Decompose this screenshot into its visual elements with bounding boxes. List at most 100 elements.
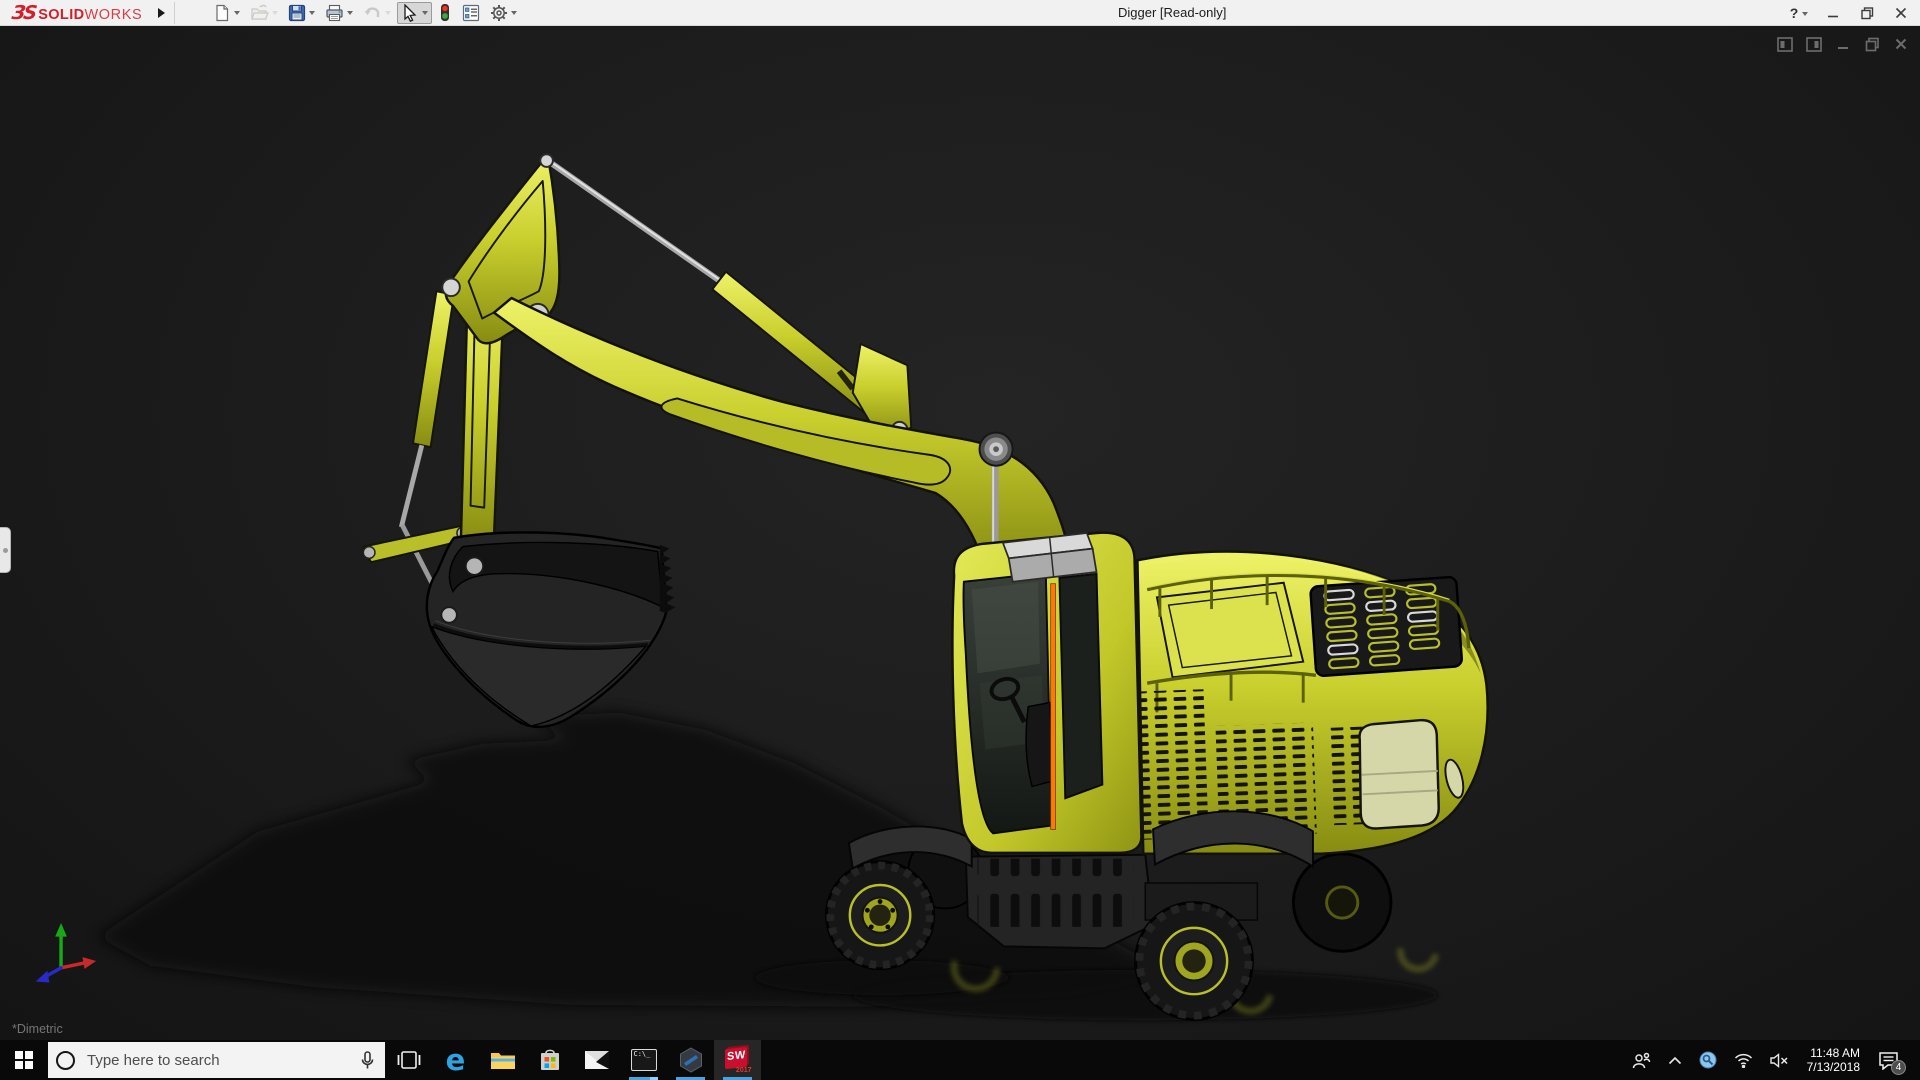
x-axis [61,963,84,968]
minimize-icon [1827,7,1839,19]
action-center-button[interactable]: 4 [1873,1040,1904,1080]
new-document-icon [213,4,231,22]
menu-flyout-arrow[interactable] [152,2,170,24]
edge-icon: e [446,1046,466,1075]
taskbar-solidworks[interactable]: SW 2017 [714,1040,761,1080]
system-tray: 11:48 AM 7/13/2018 4 [1627,1040,1920,1080]
cab [952,533,1141,853]
taskbar-file-explorer[interactable] [479,1040,526,1080]
command-prompt-icon: C:\_ [631,1049,657,1071]
select-tool-button[interactable] [397,2,432,24]
restore-icon [1861,7,1874,20]
machine-body [849,552,1488,869]
new-document-button[interactable] [209,2,244,24]
solidworks-logo: ЗS SOLIDWORKS [0,2,150,24]
taskbar-store[interactable] [526,1040,573,1080]
store-icon [539,1048,561,1072]
microphone-icon[interactable] [360,1051,375,1070]
resource-monitor-button[interactable] [1694,1040,1722,1080]
file-explorer-icon [490,1049,516,1071]
hydraulic-cylinder-left [413,291,454,447]
select-cursor-icon [401,4,419,22]
brand-solid: SOLID [38,7,84,23]
door-edge-stripe [1051,584,1056,830]
window-controls: ? [1786,0,1914,26]
cortana-icon [56,1051,75,1070]
radiator-panel [1310,577,1462,677]
taskbar-search[interactable] [48,1042,385,1078]
rebuild-traffic-light-icon [438,3,452,22]
resource-monitor-icon [1699,1051,1717,1069]
open-folder-icon [250,4,269,22]
network-button[interactable] [1729,1040,1758,1080]
solidworks-window: ЗS SOLIDWORKS [0,0,1920,1080]
close-icon [1895,7,1907,19]
undo-arrow-icon [363,4,382,22]
roof-box [1003,533,1097,582]
toolbar-separator [174,2,175,24]
boom-elbow-pin [980,433,1013,466]
open-button-disabled[interactable] [246,2,282,24]
undo-button-disabled[interactable] [359,2,395,24]
taskbar-edge[interactable]: e [432,1040,479,1080]
document-title: Digger [Read-only] [1118,0,1226,26]
restore-button[interactable] [1854,2,1880,24]
quick-access-toolbar [209,1,521,24]
people-button[interactable] [1627,1040,1656,1080]
tray-time: 11:48 AM [1807,1046,1860,1060]
taskbar-mail[interactable] [573,1040,620,1080]
start-button[interactable] [0,1040,48,1080]
graphics-viewport[interactable]: *Dimetric [0,26,1920,1040]
taskbar-hex-app[interactable] [667,1040,714,1080]
print-button[interactable] [321,2,357,24]
titlebar: ЗS SOLIDWORKS [0,0,1920,26]
rear-fender [1153,811,1313,866]
tray-date: 7/13/2018 [1807,1060,1860,1074]
print-icon [325,4,344,22]
solidworks-app-icon: SW 2017 [724,1046,752,1074]
windows-logo-icon [15,1051,33,1069]
ds-logo-mark: ЗS [10,2,36,24]
save-floppy-icon [288,4,306,22]
view-orientation-label: *Dimetric [12,1022,63,1036]
seat [1026,703,1054,787]
3d-model-digger[interactable] [0,26,1920,1040]
pane-left-button[interactable] [1776,36,1794,52]
tray-clock[interactable]: 11:48 AM 7/13/2018 [1801,1040,1866,1080]
options-gear-icon [490,4,508,22]
cab-side-window [1059,574,1102,798]
volume-muted-icon [1770,1053,1789,1068]
task-view-icon [397,1049,421,1071]
rebuild-button[interactable] [434,1,456,24]
hidden-icons-button[interactable] [1663,1040,1687,1080]
wifi-icon [1734,1053,1753,1068]
hexagon-app-icon [678,1047,704,1073]
chevron-up-icon [1668,1056,1682,1065]
task-view-button[interactable] [385,1040,432,1080]
brand-works: WORKS [85,7,143,23]
taskbar: e C: [0,1040,1920,1080]
taskbar-command-prompt[interactable]: C:\_ [620,1040,667,1080]
file-properties-icon [462,4,480,22]
doc-minimize-button[interactable] [1834,36,1852,52]
volume-button[interactable] [1765,1040,1794,1080]
hydraulic-rod-left [401,445,421,527]
document-window-controls [1776,36,1910,52]
wheel-rear [1136,903,1253,1020]
minimize-button[interactable] [1820,2,1846,24]
pane-right-button[interactable] [1805,36,1823,52]
bucket [427,532,675,726]
doc-restore-button[interactable] [1863,36,1881,52]
mail-icon [584,1050,610,1070]
search-input[interactable] [87,1052,360,1069]
featuremanager-flyout-tab[interactable] [0,527,11,573]
options-button[interactable] [486,2,521,24]
help-button[interactable]: ? [1786,2,1812,24]
close-button[interactable] [1888,2,1914,24]
save-button[interactable] [284,2,319,24]
people-icon [1632,1052,1651,1069]
orientation-triad [36,923,96,982]
doc-close-button[interactable] [1892,36,1910,52]
wheel-front [826,862,933,969]
file-properties-button[interactable] [458,2,484,24]
